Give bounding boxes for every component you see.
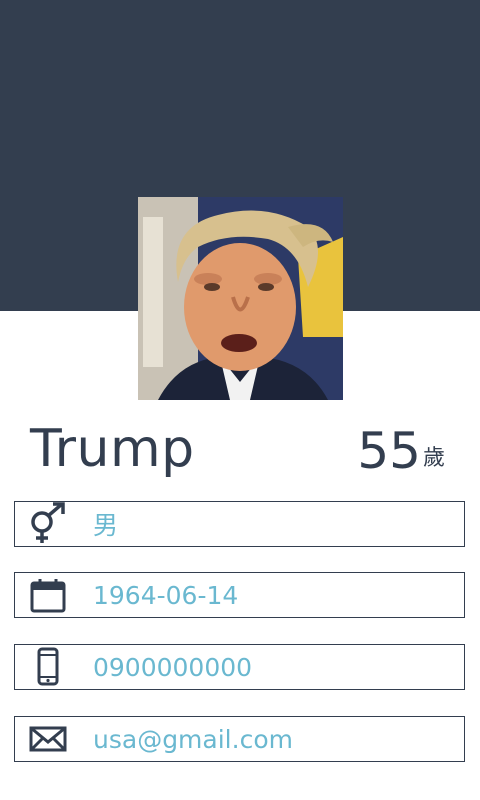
phone-value: 0900000000 — [93, 652, 253, 682]
gender-icon — [15, 502, 81, 546]
avatar[interactable] — [138, 197, 343, 400]
envelope-icon — [15, 717, 81, 761]
calendar-icon — [15, 573, 81, 617]
email-value: usa@gmail.com — [93, 724, 293, 754]
phone-field[interactable]: 0900000000 — [14, 644, 465, 690]
gender-field[interactable]: 男 — [14, 501, 465, 547]
birthday-field[interactable]: 1964-06-14 — [14, 572, 465, 618]
mobile-phone-icon — [15, 645, 81, 689]
age-number: 55 — [357, 422, 421, 480]
email-field[interactable]: usa@gmail.com — [14, 716, 465, 762]
birthday-value: 1964-06-14 — [93, 580, 239, 610]
profile-name: Trump — [30, 419, 195, 479]
gender-value: 男 — [93, 511, 119, 540]
profile-page: Trump 55 歲 男 1964-06-14 0900000000 usa@g… — [0, 0, 480, 800]
profile-age: 55 歲 — [357, 418, 445, 480]
avatar-photo — [138, 197, 343, 400]
age-unit: 歲 — [422, 446, 445, 471]
